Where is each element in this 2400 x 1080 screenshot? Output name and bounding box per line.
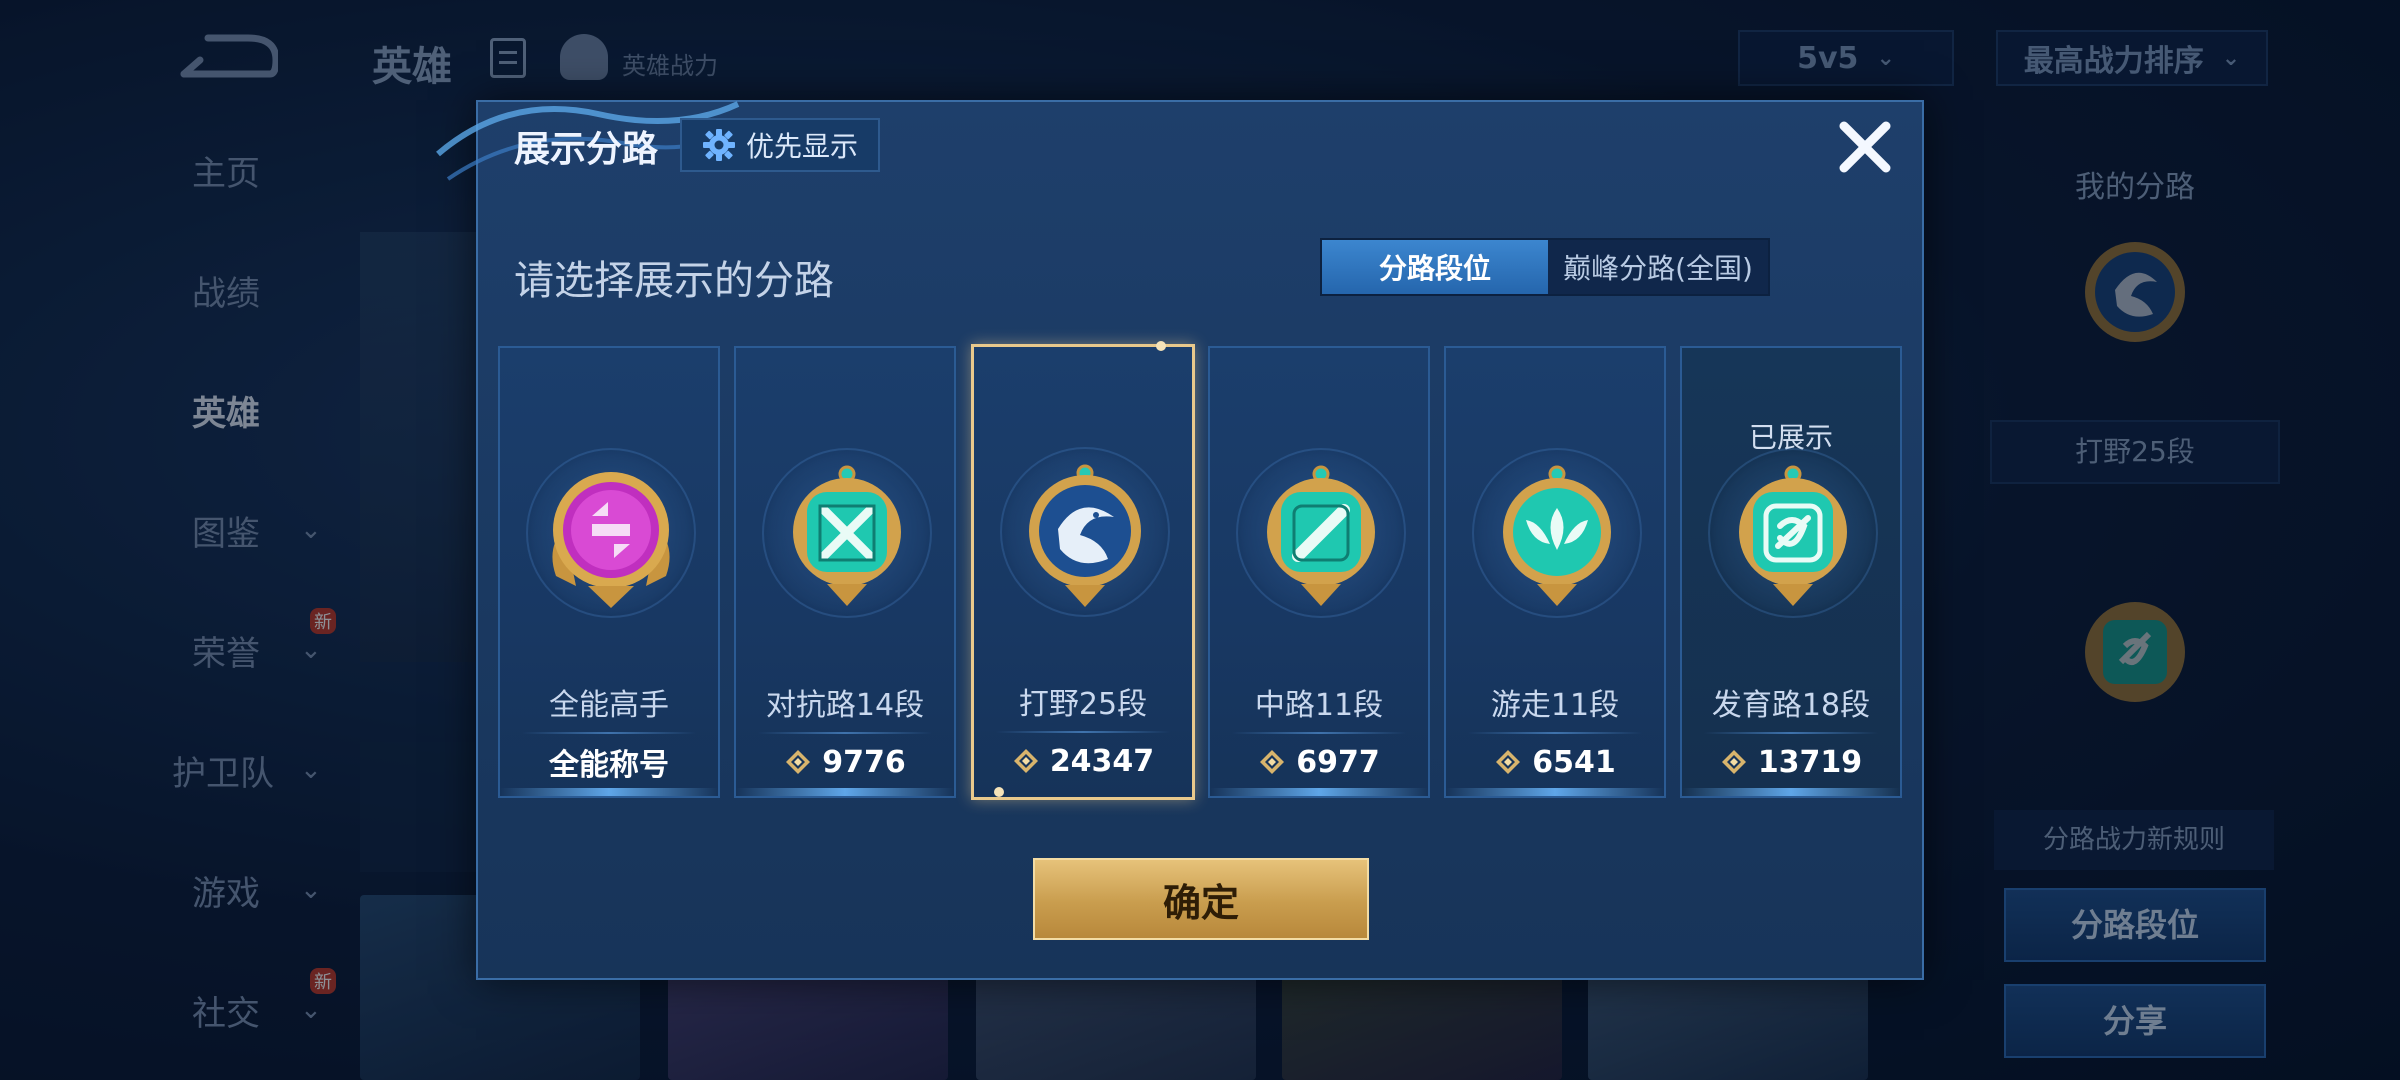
lane-card-value-text: 6977 bbox=[1296, 744, 1380, 780]
confirm-button[interactable]: 确定 bbox=[1033, 858, 1369, 940]
power-diamond-icon bbox=[1721, 750, 1746, 774]
card-bottom-glow bbox=[1682, 788, 1900, 796]
clash-lane-emblem-icon bbox=[772, 458, 922, 618]
lane-card-value-text: 6541 bbox=[1532, 744, 1616, 780]
card-divider bbox=[1704, 732, 1878, 734]
priority-display-label: 优先显示 bbox=[745, 130, 858, 163]
power-diamond-icon bbox=[786, 750, 811, 774]
selection-dot bbox=[994, 787, 1004, 797]
card-divider bbox=[1232, 732, 1406, 734]
lane-card-allround[interactable]: 全能高手 全能称号 bbox=[498, 346, 720, 798]
lane-card-value: 6977 bbox=[1210, 742, 1428, 782]
mid-lane-emblem-icon bbox=[1246, 458, 1396, 618]
lane-card-name: 发育路18段 bbox=[1711, 688, 1871, 723]
lane-tabs: 分路段位 巅峰分路(全国) bbox=[1320, 238, 1770, 296]
power-diamond-icon bbox=[1013, 749, 1038, 773]
tab-lane-rank[interactable]: 分路段位 bbox=[1322, 240, 1548, 294]
selection-dot bbox=[1156, 341, 1166, 351]
card-bottom-glow bbox=[736, 788, 954, 796]
lane-card-value: 6541 bbox=[1446, 742, 1664, 782]
card-bottom-glow bbox=[1210, 788, 1428, 796]
lane-card-mid[interactable]: 中路11段 6977 bbox=[1208, 346, 1430, 798]
lane-card-value-text: 24347 bbox=[1049, 743, 1155, 779]
jungle-emblem-icon bbox=[1010, 457, 1160, 617]
close-icon[interactable] bbox=[1834, 116, 1896, 178]
lane-card-clash[interactable]: 对抗路14段 9776 bbox=[734, 346, 956, 798]
dialog-title: 展示分路 bbox=[514, 129, 659, 170]
lane-card-value: 全能称号 bbox=[500, 742, 718, 783]
lane-card-name: 打野25段 bbox=[1018, 687, 1148, 722]
lane-card-value: 9776 bbox=[736, 742, 954, 782]
lane-card-value-text: 9776 bbox=[822, 744, 906, 780]
card-divider bbox=[758, 732, 932, 734]
tab-peak-lane[interactable]: 巅峰分路(全国) bbox=[1548, 240, 1768, 294]
card-divider bbox=[1468, 732, 1642, 734]
power-diamond-icon bbox=[1260, 750, 1285, 774]
farm-lane-emblem-icon bbox=[1718, 458, 1868, 618]
card-divider bbox=[996, 731, 1170, 733]
gear-icon bbox=[702, 129, 735, 161]
lane-card-name: 全能高手 bbox=[549, 688, 669, 723]
dialog-subtitle: 请选择展示的分路 bbox=[514, 258, 834, 304]
power-diamond-icon bbox=[1496, 750, 1521, 774]
priority-display-button[interactable]: 优先显示 bbox=[680, 118, 880, 172]
card-divider bbox=[522, 732, 696, 734]
card-bottom-glow bbox=[1446, 788, 1664, 796]
lane-card-value: 24347 bbox=[974, 741, 1192, 781]
roam-emblem-icon bbox=[1482, 458, 1632, 618]
lane-display-dialog: 展示分路 优先显示 请选择展示的分路 分路段位 巅峰分路(全国) 全能高手 全能… bbox=[436, 100, 1924, 980]
lane-card-name: 游走11段 bbox=[1490, 688, 1620, 723]
lane-card-value-text: 13719 bbox=[1757, 744, 1863, 780]
lane-card-value: 13719 bbox=[1682, 742, 1900, 782]
lane-card-name: 对抗路14段 bbox=[765, 688, 925, 723]
lane-card-farm[interactable]: 已展示 发育路18段 13719 bbox=[1680, 346, 1902, 798]
allround-emblem-icon bbox=[536, 458, 686, 618]
lane-card-name: 中路11段 bbox=[1254, 688, 1384, 723]
lane-card-jungle[interactable]: 打野25段 24347 bbox=[971, 341, 1195, 800]
lane-card-value-text: 全能称号 bbox=[549, 748, 669, 783]
card-bottom-glow bbox=[500, 788, 718, 796]
lane-card-roam[interactable]: 游走11段 6541 bbox=[1444, 346, 1666, 798]
